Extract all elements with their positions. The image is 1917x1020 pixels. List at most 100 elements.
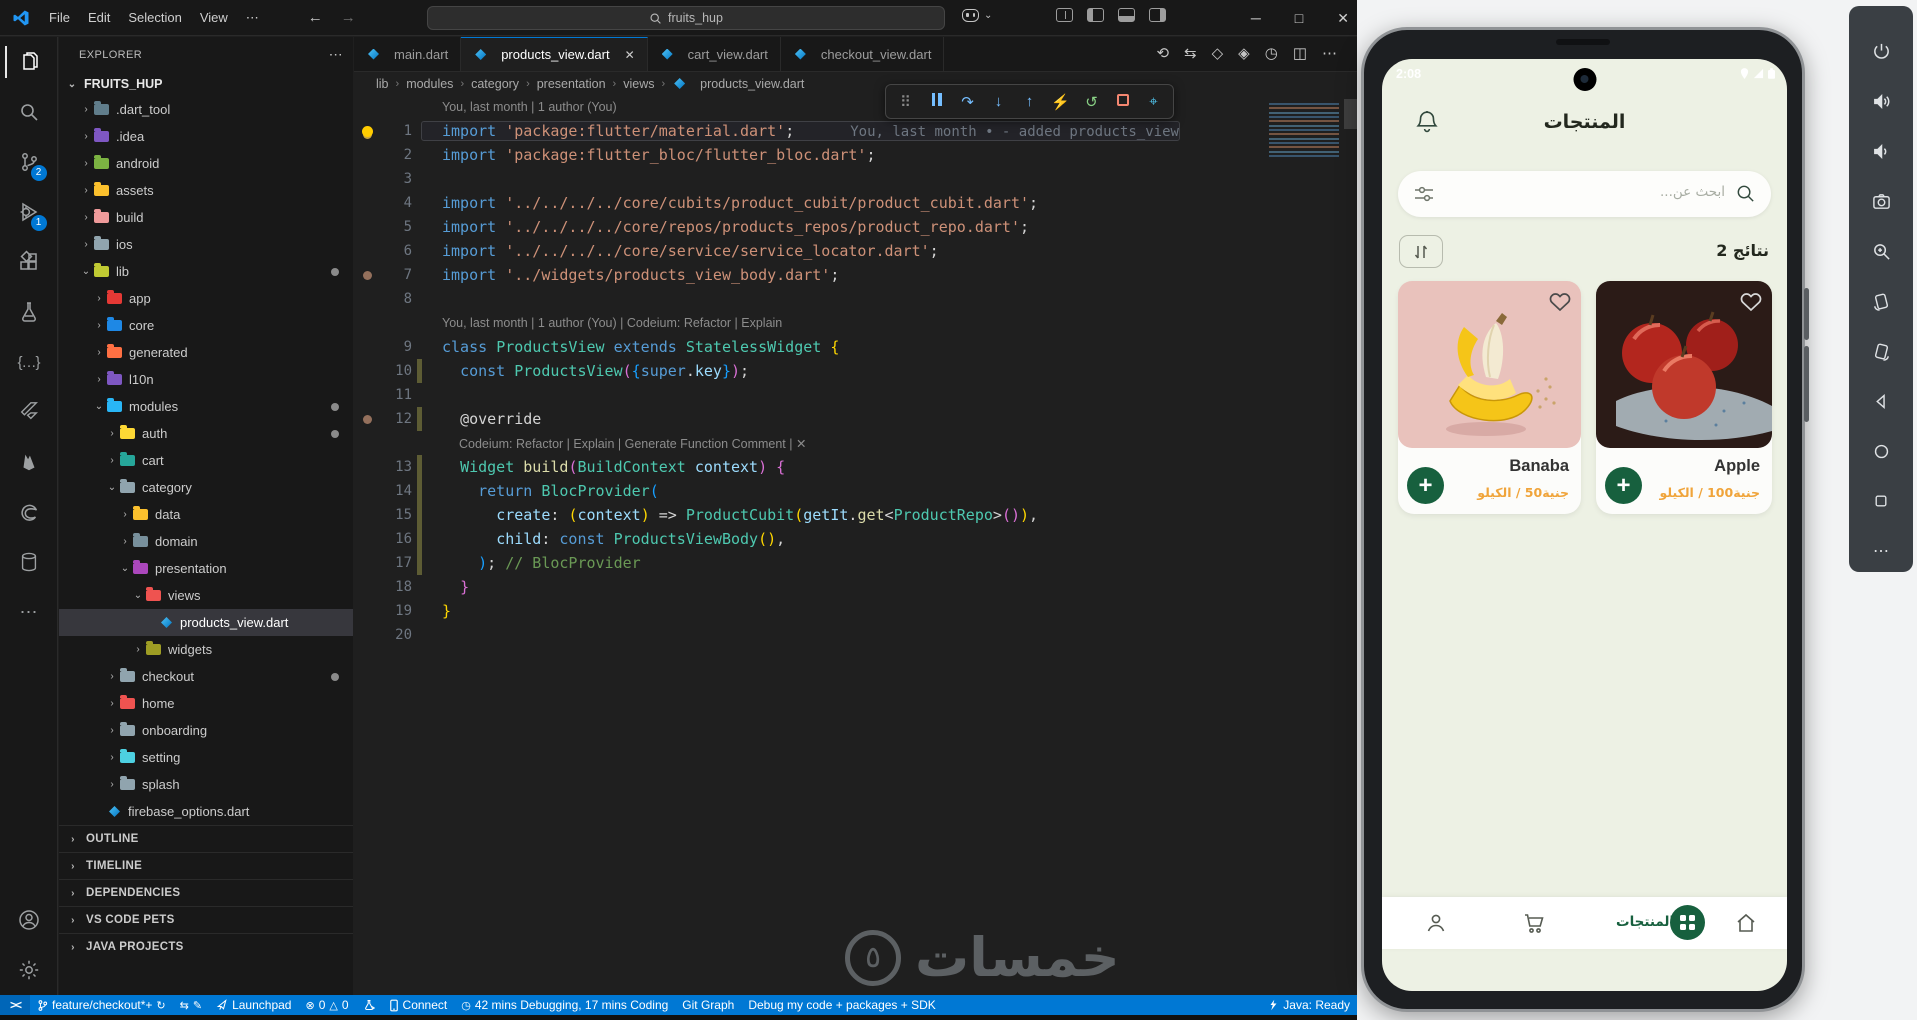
sidebar-section-java-projects[interactable]: › JAVA PROJECTS	[59, 933, 353, 960]
menu-overflow[interactable]: ⋯	[237, 5, 268, 31]
tree-item-onboarding[interactable]: › onboarding	[59, 717, 353, 744]
debug-tool-item[interactable]	[356, 995, 382, 1015]
customize-layout-icon[interactable]	[1056, 8, 1073, 22]
sort-button[interactable]	[1399, 235, 1443, 268]
tree-item-assets[interactable]: › assets	[59, 177, 353, 204]
devtools-icon[interactable]: ◇	[1212, 44, 1224, 62]
timeline-icon[interactable]: ⟲	[1156, 44, 1169, 62]
breadcrumb[interactable]: lib › modules › category › presentation › views ›…	[354, 72, 1357, 95]
code-line-4[interactable]: 4 import '../../../../core/cubits/product…	[354, 191, 1357, 215]
product-card-apple[interactable]: + Apple جنية100 / الكيلو	[1596, 281, 1772, 514]
menu-file[interactable]: File	[40, 5, 79, 31]
tab-checkout-view-dart[interactable]: checkout_view.dart	[781, 37, 945, 71]
add-to-cart-button[interactable]: +	[1605, 467, 1642, 504]
tree-item-modules[interactable]: ⌄ modules	[59, 393, 353, 420]
nav-forward-icon[interactable]: →	[341, 9, 356, 26]
code-editor[interactable]: You, last month | 1 author (You) 1 import …	[354, 95, 1357, 995]
copilot-button[interactable]: ⌄	[962, 9, 992, 22]
favorite-heart-icon[interactable]	[1548, 290, 1572, 317]
tree-item-checkout[interactable]: › checkout	[59, 663, 353, 690]
tree-item-views[interactable]: ⌄ views	[59, 582, 353, 609]
nav-back-icon[interactable]: ←	[308, 9, 323, 26]
run-debug-tab-icon[interactable]: 1	[5, 187, 53, 237]
volume-up-icon[interactable]	[1870, 90, 1892, 112]
source-control-tab-icon[interactable]: 2	[5, 137, 53, 187]
minimap[interactable]	[1269, 103, 1339, 159]
split-editor-icon[interactable]: ◫	[1293, 44, 1307, 62]
sidebar-section-vs-code-pets[interactable]: › VS CODE PETS	[59, 906, 353, 933]
tree-item-category[interactable]: ⌄ category	[59, 474, 353, 501]
tree-item-build[interactable]: › build	[59, 204, 353, 231]
more-views-icon[interactable]: ⋯	[5, 587, 53, 637]
nav-products-label[interactable]: المنتجات	[1616, 914, 1674, 930]
time-stats-item[interactable]: ◷ 42 mins Debugging, 17 mins Coding	[454, 995, 675, 1015]
minimize-button[interactable]: ─	[1251, 10, 1261, 26]
tree-root-fruits-hup[interactable]: ⌄ FRUITS_HUP	[59, 72, 353, 96]
tree-item-presentation[interactable]: ⌄ presentation	[59, 555, 353, 582]
rotate-right-icon[interactable]	[1870, 340, 1892, 362]
tree-item-domain[interactable]: › domain	[59, 528, 353, 555]
code-line-14[interactable]: 14 return BlocProvider(	[354, 479, 1357, 503]
edge-browser-tab-icon[interactable]	[5, 487, 53, 537]
drag-grip-icon[interactable]: ⠿	[892, 93, 919, 111]
testing-tab-icon[interactable]	[5, 287, 53, 337]
breadcrumb-item[interactable]: modules	[406, 77, 453, 91]
sync-icon[interactable]: ↻	[156, 999, 165, 1012]
step-over-icon[interactable]: ↷	[954, 93, 981, 111]
favorite-heart-icon[interactable]	[1739, 290, 1763, 317]
widget-inspector-icon[interactable]: ⌖	[1140, 93, 1167, 110]
git-branch-item[interactable]: feature/checkout*+ ↻	[30, 995, 173, 1015]
settings-gear-icon[interactable]	[5, 945, 53, 995]
extensions-tab-icon[interactable]	[5, 237, 53, 287]
database-tab-icon[interactable]	[5, 537, 53, 587]
sidebar-section-timeline[interactable]: › TIMELINE	[59, 852, 353, 879]
problems-item[interactable]: ⊗ 0 △ 0	[298, 995, 355, 1015]
sidebar-section-outline[interactable]: › OUTLINE	[59, 825, 353, 852]
code-line-13[interactable]: 13 Widget build(BuildContext context) {	[354, 455, 1357, 479]
filter-sliders-icon[interactable]	[1412, 183, 1436, 210]
overview-icon[interactable]	[1870, 490, 1892, 512]
code-line-6[interactable]: 6 import '../../../../core/service/servic…	[354, 239, 1357, 263]
tree-item-generated[interactable]: › generated	[59, 339, 353, 366]
step-into-icon[interactable]: ↓	[985, 93, 1012, 110]
search-tab-icon[interactable]	[5, 87, 53, 137]
code-line-7[interactable]: 7 import '../widgets/products_view_body.d…	[354, 263, 1357, 287]
java-status-item[interactable]: Java: Ready	[1261, 995, 1357, 1015]
camera-icon[interactable]	[1870, 190, 1892, 212]
zoom-icon[interactable]	[1870, 240, 1892, 262]
search-field[interactable]: ابحث عن...	[1398, 171, 1771, 217]
product-card-banaba[interactable]: + Banaba جنية50 / الكيلو	[1398, 281, 1581, 514]
menu-selection[interactable]: Selection	[119, 5, 190, 31]
tree-item-home[interactable]: › home	[59, 690, 353, 717]
account-icon[interactable]	[5, 895, 53, 945]
tree-item-splash[interactable]: › splash	[59, 771, 353, 798]
tab-main-dart[interactable]: main.dart	[354, 37, 462, 71]
swap-icon[interactable]: ⇆	[1184, 44, 1197, 62]
breadcrumb-item[interactable]: lib	[376, 77, 389, 91]
rotate-left-icon[interactable]	[1870, 290, 1892, 312]
menu-edit[interactable]: Edit	[79, 5, 119, 31]
code-line-8[interactable]: 8	[354, 287, 1357, 311]
tree-item-l10n[interactable]: › l10n	[59, 366, 353, 393]
codelens-actions[interactable]: Codeium: Refactor | Explain | Generate F…	[354, 431, 1357, 455]
command-center-search[interactable]: fruits_hup	[427, 6, 945, 30]
toggle-primary-sidebar-icon[interactable]	[1087, 8, 1104, 22]
close-tab-icon[interactable]: ✕	[625, 48, 635, 62]
tree-item--dart-tool[interactable]: › .dart_tool	[59, 96, 353, 123]
restart-icon[interactable]: ↺	[1078, 93, 1105, 111]
device-connect-item[interactable]: Connect	[382, 995, 455, 1015]
tree-item-auth[interactable]: › auth	[59, 420, 353, 447]
code-line-11[interactable]: 11	[354, 383, 1357, 407]
pause-icon[interactable]	[923, 93, 950, 110]
code-line-19[interactable]: 19}	[354, 599, 1357, 623]
step-out-icon[interactable]: ↑	[1016, 93, 1043, 110]
tree-item-android[interactable]: › android	[59, 150, 353, 177]
nav-home-icon[interactable]	[1734, 911, 1758, 940]
volume-down-icon[interactable]	[1870, 140, 1892, 162]
code-line-3[interactable]: 3	[354, 167, 1357, 191]
power-icon[interactable]	[1870, 40, 1892, 62]
code-line-9[interactable]: 9 class ProductsView extends StatelessWid…	[354, 335, 1357, 359]
firebase-tab-icon[interactable]	[5, 437, 53, 487]
tree-item-lib[interactable]: ⌄ lib	[59, 258, 353, 285]
hot-reload-icon[interactable]: ⚡	[1047, 93, 1074, 111]
